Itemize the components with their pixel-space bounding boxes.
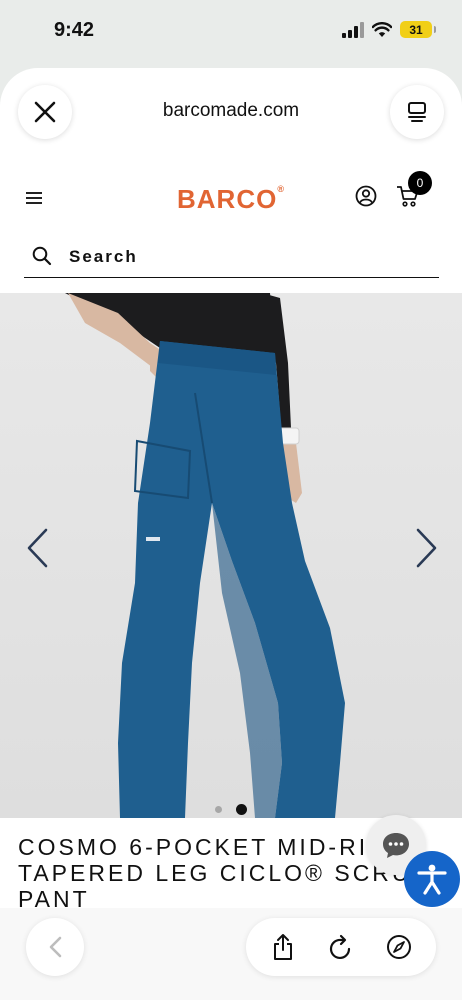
battery-indicator: 31	[400, 21, 436, 38]
search-icon	[32, 246, 52, 266]
chevron-left-icon[interactable]	[26, 528, 48, 568]
toolbar-actions	[246, 918, 436, 976]
battery-level: 31	[409, 22, 423, 37]
carousel-dot[interactable]	[215, 806, 222, 813]
chat-icon	[383, 833, 409, 858]
cellular-signal-icon	[342, 21, 364, 38]
browser-url-bar: barcomade.com	[0, 68, 462, 158]
search-bar[interactable]: Search	[24, 234, 439, 278]
browser-toolbar	[0, 908, 462, 1000]
reload-button[interactable]	[326, 932, 356, 962]
reader-view-icon	[408, 102, 426, 122]
back-icon	[49, 936, 62, 958]
carousel-dot-active[interactable]	[236, 804, 247, 815]
compass-button[interactable]	[384, 932, 414, 962]
status-time: 9:42	[54, 19, 95, 41]
share-icon	[274, 934, 292, 960]
chevron-right-icon[interactable]	[416, 528, 438, 568]
back-button[interactable]	[26, 918, 84, 976]
site-header: BARCO®	[0, 164, 462, 234]
accessibility-button[interactable]	[404, 851, 460, 907]
brand-logo[interactable]: BARCO®	[0, 184, 462, 215]
search-label: Search	[69, 247, 138, 266]
status-bar: 9:42 31	[0, 0, 462, 62]
compass-icon	[387, 935, 411, 959]
product-photo	[65, 293, 345, 818]
reload-icon	[329, 934, 351, 960]
share-button[interactable]	[268, 932, 298, 962]
brand-registered-mark: ®	[277, 184, 285, 194]
browser-sheet: barcomade.com BARCO® 0 Search COSMO 6-PO…	[0, 68, 462, 1000]
account-icon[interactable]	[355, 185, 377, 207]
product-image-carousel[interactable]	[0, 293, 462, 818]
reader-view-button[interactable]	[390, 85, 444, 139]
cart-count-badge[interactable]: 0	[408, 171, 432, 195]
wifi-icon	[372, 21, 392, 37]
accessibility-icon	[417, 864, 447, 895]
carousel-dots	[0, 804, 462, 815]
status-icons: 31	[342, 21, 436, 38]
brand-name: BARCO	[177, 184, 278, 214]
